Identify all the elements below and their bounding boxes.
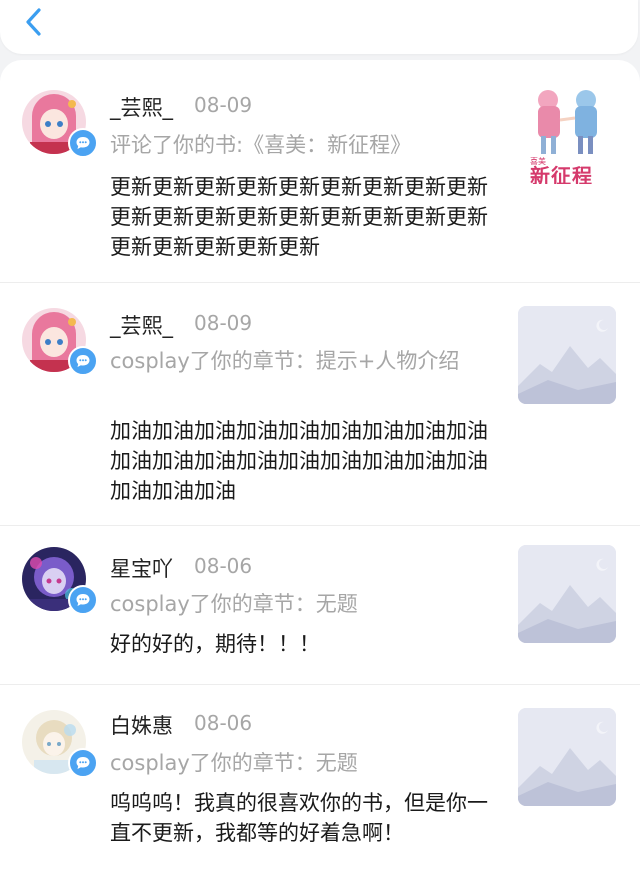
chapter-thumbnail-placeholder[interactable] — [518, 306, 616, 404]
book-cover-thumbnail[interactable]: 喜美 新征程 — [518, 86, 616, 184]
chevron-left-icon — [18, 8, 54, 44]
comment-badge-icon — [68, 128, 98, 158]
username[interactable]: _芸熙_ — [110, 92, 173, 122]
username[interactable]: 星宝吖 — [110, 553, 173, 583]
comment-badge-icon — [68, 748, 98, 778]
action-text: cosplay了你的章节：无题 — [110, 592, 358, 616]
comment-content: 更新更新更新更新更新更新更新更新更新更新更新更新更新更新更新更新更新更新更新更新… — [110, 175, 488, 259]
timestamp: 08-06 — [194, 711, 253, 735]
comment-badge-icon — [68, 346, 98, 376]
comment-content: 好的好的，期待！！！ — [110, 632, 320, 656]
timestamp: 08-09 — [194, 311, 253, 335]
timestamp: 08-06 — [194, 554, 253, 578]
notification-item[interactable]: 星宝吖 08-06 cosplay了你的章节：无题 好的好的，期待！！！ — [0, 525, 640, 685]
action-text: 评论了你的书:《喜美：新征程》 — [110, 133, 412, 157]
action-text: cosplay了你的章节：无题 — [110, 751, 358, 775]
chapter-thumbnail-placeholder[interactable] — [518, 708, 616, 806]
back-button[interactable] — [18, 4, 54, 40]
chapter-thumbnail-placeholder[interactable] — [518, 545, 616, 643]
notification-item[interactable]: _芸熙_ 08-09 评论了你的书:《喜美：新征程》 更新更新更新更新更新更新更… — [0, 60, 640, 283]
notification-item[interactable]: _芸熙_ 08-09 cosplay了你的章节：提示+人物介绍 加油加油加油加油… — [0, 282, 640, 526]
top-nav-bar — [0, 0, 638, 54]
comment-badge-icon — [68, 585, 98, 615]
notification-item[interactable]: 白姝惠 08-06 cosplay了你的章节：无题 呜呜呜！我真的很喜欢你的书，… — [0, 684, 640, 896]
timestamp: 08-09 — [194, 93, 253, 117]
comment-content: 加油加油加油加油加油加油加油加油加油加油加油加油加油加油加油加油加油加油加油加油… — [110, 419, 488, 503]
notification-list: _芸熙_ 08-09 评论了你的书:《喜美：新征程》 更新更新更新更新更新更新更… — [0, 60, 640, 896]
username[interactable]: _芸熙_ — [110, 310, 173, 340]
cover-title: 新征程 — [530, 164, 593, 184]
username[interactable]: 白姝惠 — [110, 710, 173, 740]
comment-content: 呜呜呜！我真的很喜欢你的书，但是你一直不更新，我都等的好着急啊！ — [110, 791, 488, 845]
action-text: cosplay了你的章节：提示+人物介绍 — [110, 349, 460, 373]
